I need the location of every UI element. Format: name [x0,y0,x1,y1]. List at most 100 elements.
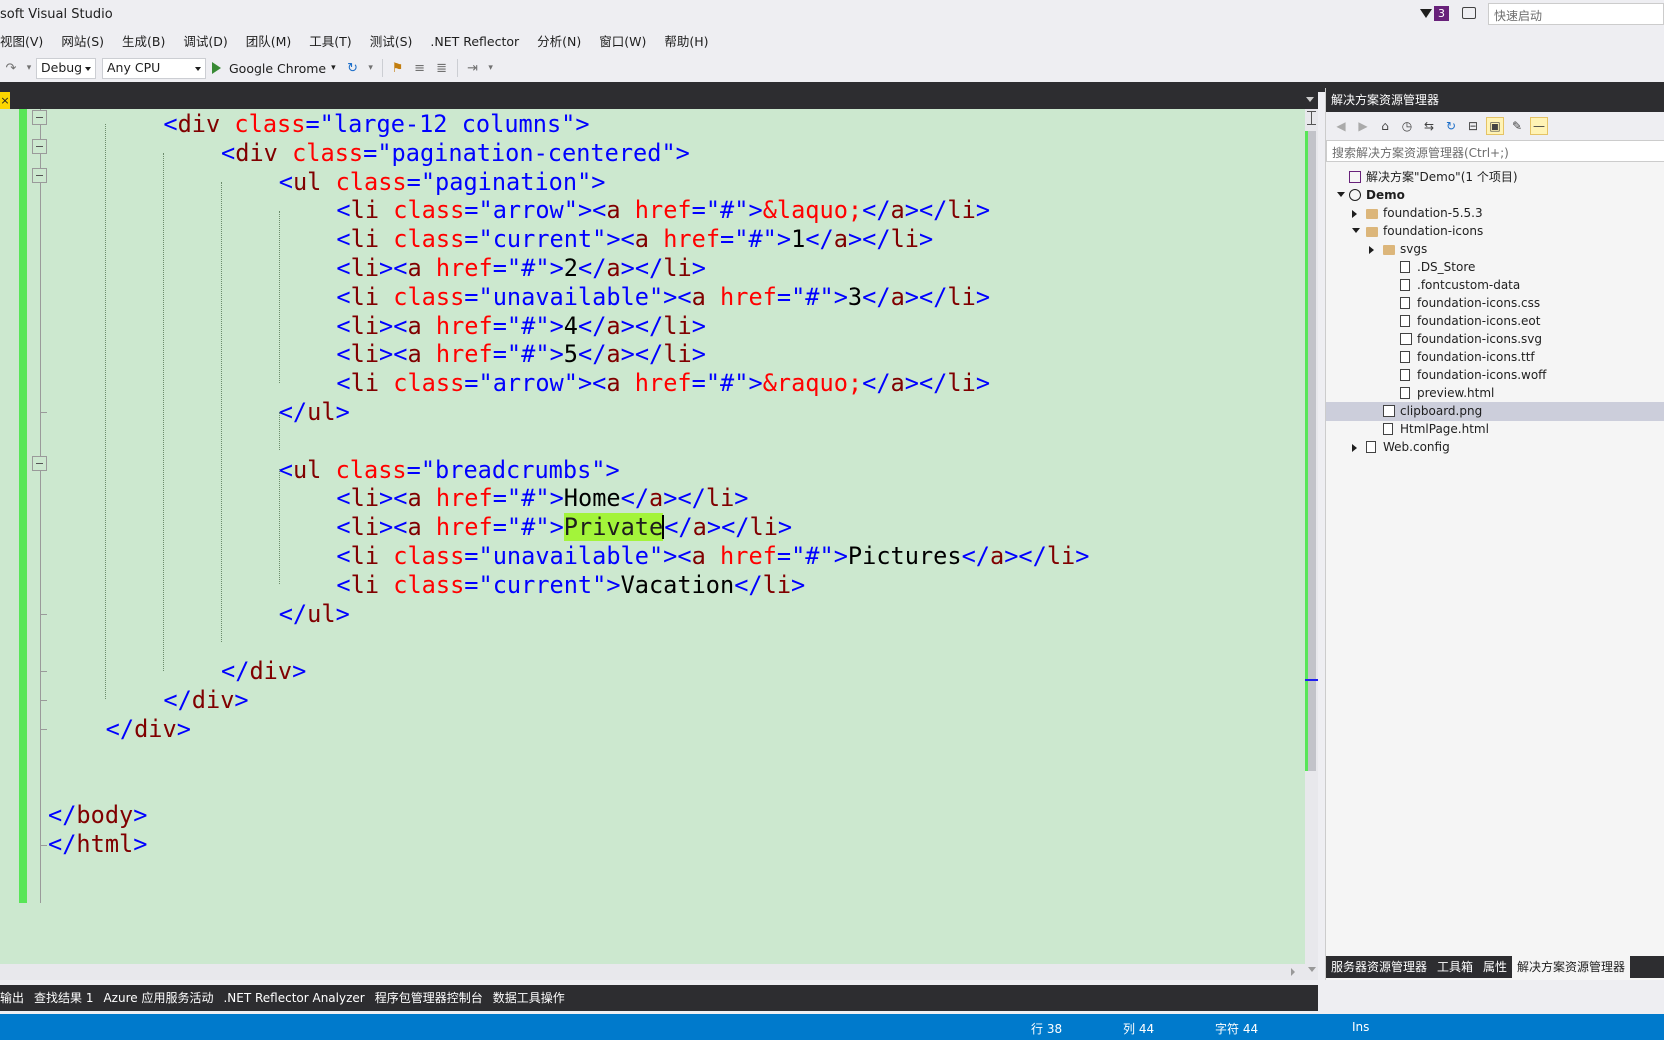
output-panel-tab[interactable]: Azure 应用服务活动 [98,985,218,1011]
menu-item[interactable]: 测试(S) [361,30,422,54]
show-all-files-icon[interactable]: ▣ [1486,117,1504,135]
code-token: div [235,138,278,167]
scrollbar-thumb[interactable] [1307,131,1316,771]
globe-icon [1349,189,1361,201]
tree-item[interactable]: foundation-icons.ttf [1326,348,1664,367]
tree-item-label: preview.html [1417,386,1495,400]
home-icon[interactable]: ⌂ [1376,117,1394,135]
menu-item[interactable]: 网站(S) [52,30,113,54]
output-panel-tab[interactable]: 输出 [0,985,29,1011]
output-panel-tab[interactable]: 数据工具操作 [488,985,570,1011]
tool-window-tab[interactable]: 属性 [1478,956,1512,978]
tree-item[interactable]: .fontcustom-data [1326,276,1664,295]
scroll-right-icon[interactable] [1291,968,1295,976]
image-file-icon [1400,333,1412,345]
collapse-toggle-icon[interactable] [32,139,47,154]
properties-wrench-icon[interactable]: ✎ [1508,117,1526,135]
forward-icon[interactable]: ▶ [1354,117,1372,135]
editor-dropdown-icon[interactable] [1306,97,1314,102]
config-file-icon [1366,441,1376,453]
feedback-icon[interactable] [1462,7,1476,19]
tree-item-label: .DS_Store [1417,260,1476,274]
horizontal-scrollbar[interactable] [0,964,1305,980]
pending-changes-icon[interactable]: ◷ [1398,117,1416,135]
tree-item[interactable]: clipboard.png [1326,402,1664,421]
vertical-scrollbar[interactable] [1305,109,1318,980]
collapse-toggle-icon[interactable] [32,456,47,471]
menu-item[interactable]: 调试(D) [174,30,236,54]
menu-item[interactable]: 视图(V) [0,30,52,54]
indent-guide [221,182,222,642]
chevron-down-icon[interactable] [1337,192,1345,197]
menu-item[interactable]: 窗口(W) [590,30,655,54]
indent-icon[interactable]: ≡ [412,60,428,76]
preview-selected-icon[interactable]: — [1530,117,1548,135]
tree-item[interactable]: Demo [1326,186,1664,205]
bookmark-icon[interactable]: ⇥ [465,60,481,76]
chevron-down-icon[interactable]: ▾ [331,63,336,73]
menu-item[interactable]: .NET Reflector [421,30,528,54]
chevron-right-icon[interactable] [1352,444,1357,452]
tree-item[interactable]: Web.config [1326,438,1664,457]
code-line: <li class="unavailable"><a href="#">Pict… [336,541,1089,571]
tree-item[interactable]: .DS_Store [1326,258,1664,277]
code-token: # [521,340,536,369]
close-icon[interactable]: × [0,92,10,109]
folder-icon [1366,227,1378,237]
toolbar-overflow-icon[interactable]: ▾ [487,60,495,76]
output-panel-tab[interactable]: .NET Reflector Analyzer [218,985,369,1011]
tree-item[interactable]: HtmlPage.html [1326,420,1664,439]
refresh-dropdown-icon[interactable]: ▾ [367,60,375,76]
refresh-icon[interactable]: ↻ [1442,117,1460,135]
tree-item[interactable]: foundation-icons.woff [1326,366,1664,385]
solution-configuration-dropdown[interactable]: Debug [36,57,96,79]
tree-item[interactable]: foundation-icons [1326,222,1664,241]
output-panel-tab[interactable]: 程序包管理器控制台 [370,985,488,1011]
tree-item[interactable]: foundation-icons.css [1326,294,1664,313]
collapse-toggle-icon[interactable] [32,110,47,125]
outdent-icon[interactable]: ≣ [434,60,450,76]
code-token: > [975,282,991,311]
code-token: # [521,254,536,282]
chevron-right-icon[interactable] [1352,210,1357,218]
code-token: a [692,513,707,542]
output-panel-tab[interactable]: 查找结果 1 [29,985,98,1011]
refresh-browser-icon[interactable]: ↻ [345,60,361,76]
collapse-all-icon[interactable]: ⊟ [1464,117,1482,135]
tree-item[interactable]: svgs [1326,240,1664,259]
tree-item[interactable]: preview.html [1326,384,1664,403]
tree-item[interactable]: foundation-5.5.3 [1326,204,1664,223]
tool-window-tab[interactable]: 工具箱 [1432,956,1478,978]
chevron-right-icon[interactable] [1369,246,1374,254]
tree-item[interactable]: foundation-icons.eot [1326,312,1664,331]
tool-window-tab[interactable]: 解决方案资源管理器 [1512,956,1631,978]
sync-icon[interactable]: ⇆ [1420,117,1438,135]
redo-icon[interactable]: ↷ [3,60,19,76]
notifications-button[interactable]: 3 [1420,6,1449,21]
solution-search-input[interactable]: 搜索解决方案资源管理器(Ctrl+;) [1326,140,1664,162]
scroll-down-icon[interactable] [1308,967,1316,972]
split-editor-icon[interactable] [1307,111,1316,125]
menu-item[interactable]: 帮助(H) [655,30,717,54]
code-editor: × <div class="large-12 columns"> <div cla… [0,92,1318,980]
menu-item[interactable]: 工具(T) [300,30,360,54]
back-icon[interactable]: ◀ [1332,117,1350,135]
start-debugging-button[interactable]: Google Chrome ▾ [212,61,336,76]
quick-launch-input[interactable]: 快速启动 [1488,3,1664,25]
collapse-toggle-icon[interactable] [32,168,47,183]
solution-platform-dropdown[interactable]: Any CPU [102,57,206,79]
menu-item[interactable]: 团队(M) [237,30,301,54]
tree-item[interactable]: 解决方案"Demo"(1 个项目) [1326,168,1664,187]
find-in-files-icon[interactable]: ⚑ [390,60,406,76]
tree-item[interactable]: foundation-icons.svg [1326,330,1664,349]
code-text-area[interactable]: <div class="large-12 columns"> <div class… [0,109,1305,964]
code-token: &raquo; [762,369,863,398]
code-token: li [350,196,380,225]
menu-item[interactable]: 生成(B) [113,30,174,54]
code-token: ul [292,167,322,196]
tool-window-tab[interactable]: 服务器资源管理器 [1326,956,1432,978]
chevron-down-icon[interactable] [1352,228,1360,233]
menu-item[interactable]: 分析(N) [528,30,590,54]
redo-dropdown-icon[interactable]: ▾ [25,60,33,76]
